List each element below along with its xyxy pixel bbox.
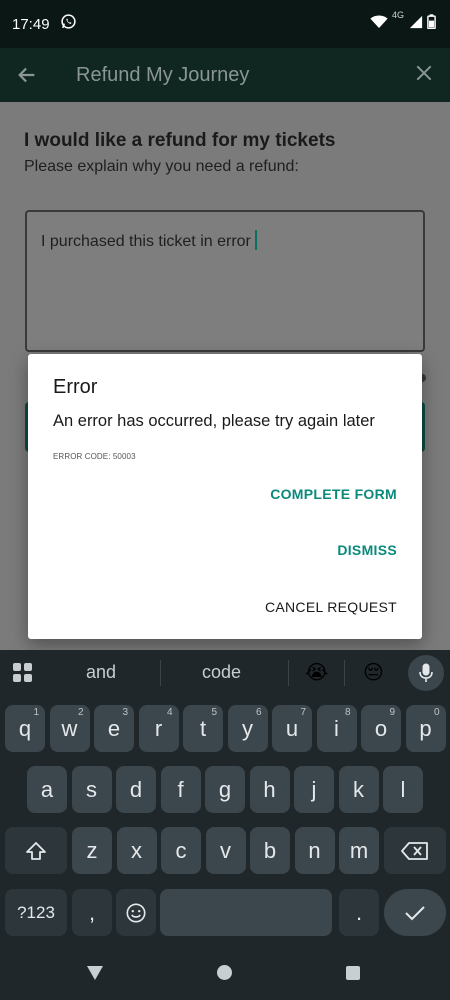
key-number-hint: 7 <box>300 707 306 718</box>
error-dialog: Error An error has occurred, please try … <box>28 354 422 639</box>
key-number-hint: 1 <box>33 707 39 718</box>
key-q[interactable]: q1 <box>5 705 45 752</box>
key-w[interactable]: w2 <box>49 705 90 752</box>
suggestion-divider <box>160 660 161 686</box>
suggestion-1[interactable]: and <box>86 662 116 683</box>
key-number-hint: 6 <box>255 707 262 718</box>
dismiss-button[interactable]: DISMISS <box>337 542 397 558</box>
suggestion-divider <box>344 660 345 686</box>
close-icon[interactable] <box>414 63 434 88</box>
status-bar: 17:49 4G <box>0 0 450 48</box>
key-v[interactable]: v <box>205 827 246 874</box>
key-h[interactable]: h <box>249 766 290 813</box>
emoji-suggestion-1[interactable]: 😭 <box>305 660 328 685</box>
key-u[interactable]: u7 <box>272 705 312 752</box>
dialog-title: Error <box>53 376 98 398</box>
text-cursor <box>254 230 257 250</box>
cell-signal-icon <box>409 15 423 34</box>
key-number-hint: 8 <box>344 707 351 718</box>
enter-key[interactable] <box>384 889 446 936</box>
page-heading: I would like a refund for my tickets <box>24 130 336 151</box>
nav-back-icon[interactable] <box>86 965 104 986</box>
key-s[interactable]: s <box>71 766 112 813</box>
key-letter: q <box>18 715 32 741</box>
key-number-hint: 3 <box>122 707 128 718</box>
key-c[interactable]: c <box>161 827 201 874</box>
key-number-hint: 2 <box>77 707 84 718</box>
key-a[interactable]: a <box>27 766 67 813</box>
key-e[interactable]: e3 <box>94 705 134 752</box>
key-number-hint: 9 <box>389 707 395 718</box>
spacebar-key[interactable] <box>160 889 332 936</box>
key-letter: r <box>154 715 163 741</box>
key-y[interactable]: y6 <box>227 705 268 752</box>
key-k[interactable]: k <box>338 766 379 813</box>
key-letter: i <box>334 715 339 741</box>
symbols-key[interactable]: ?123 <box>5 889 67 936</box>
cancel-request-button[interactable]: CANCEL REQUEST <box>265 599 397 615</box>
whatsapp-icon <box>60 13 77 35</box>
key-letter: e <box>107 715 121 741</box>
emoji-key[interactable] <box>116 889 156 936</box>
refund-reason-text: I purchased this ticket in error <box>41 233 251 250</box>
microphone-icon[interactable] <box>408 655 444 691</box>
key-letter: o <box>374 715 388 741</box>
nav-home-icon[interactable] <box>217 965 232 980</box>
wifi-icon <box>370 15 388 34</box>
key-r[interactable]: r4 <box>138 705 179 752</box>
shift-icon <box>26 841 46 860</box>
comma-key[interactable]: , <box>72 889 112 936</box>
key-g[interactable]: g <box>205 766 245 813</box>
error-code: ERROR CODE: 50003 <box>53 452 136 461</box>
key-letter: u <box>285 715 299 741</box>
emoji-icon <box>126 902 146 923</box>
key-letter: t <box>199 715 207 741</box>
key-letter: p <box>419 715 432 741</box>
key-l[interactable]: l <box>383 766 423 813</box>
suggestion-divider <box>288 660 289 686</box>
apps-grid-icon[interactable] <box>12 662 34 689</box>
key-letter: w <box>61 715 78 741</box>
page-subheading: Please explain why you need a refund: <box>24 158 299 175</box>
back-arrow-icon[interactable] <box>16 64 38 86</box>
key-f[interactable]: f <box>160 766 201 813</box>
key-i[interactable]: i8 <box>316 705 357 752</box>
key-p[interactable]: p0 <box>405 705 446 752</box>
key-m[interactable]: m <box>339 827 379 874</box>
key-t[interactable]: t5 <box>183 705 223 752</box>
key-o[interactable]: o9 <box>361 705 401 752</box>
battery-icon <box>427 14 436 34</box>
emoji-suggestion-2[interactable]: 😔 <box>363 660 384 685</box>
complete-form-button[interactable]: COMPLETE FORM <box>270 486 397 502</box>
key-number-hint: 4 <box>166 707 173 718</box>
key-j[interactable]: j <box>294 766 334 813</box>
navigation-bar <box>0 945 450 1000</box>
nav-recents-icon[interactable] <box>346 966 360 980</box>
shift-key[interactable] <box>5 827 67 874</box>
backspace-icon <box>401 841 428 860</box>
key-d[interactable]: d <box>116 766 156 813</box>
key-b[interactable]: b <box>250 827 290 874</box>
soft-keyboard: and code 😭 😔 q1w2e3r4t5y6u7i8o9p0 asdfgh… <box>0 650 450 945</box>
suggestion-strip: and code 😭 😔 <box>0 650 450 696</box>
key-n[interactable]: n <box>294 827 335 874</box>
suggestion-2[interactable]: code <box>202 662 241 683</box>
key-x[interactable]: x <box>116 827 157 874</box>
backspace-key[interactable] <box>384 827 446 874</box>
key-number-hint: 0 <box>433 707 440 718</box>
app-title: Refund My Journey <box>76 63 250 86</box>
key-number-hint: 5 <box>211 707 217 718</box>
network-type-label: 4G <box>391 10 404 20</box>
key-z[interactable]: z <box>72 827 112 874</box>
refund-reason-input[interactable]: I purchased this ticket in error <box>25 210 425 352</box>
dialog-message: An error has occurred, please try again … <box>53 412 375 430</box>
checkmark-icon <box>405 905 425 920</box>
app-bar: Refund My Journey <box>0 48 450 102</box>
period-key[interactable]: . <box>339 889 379 936</box>
status-time: 17:49 <box>12 15 50 33</box>
key-letter: y <box>242 715 253 741</box>
